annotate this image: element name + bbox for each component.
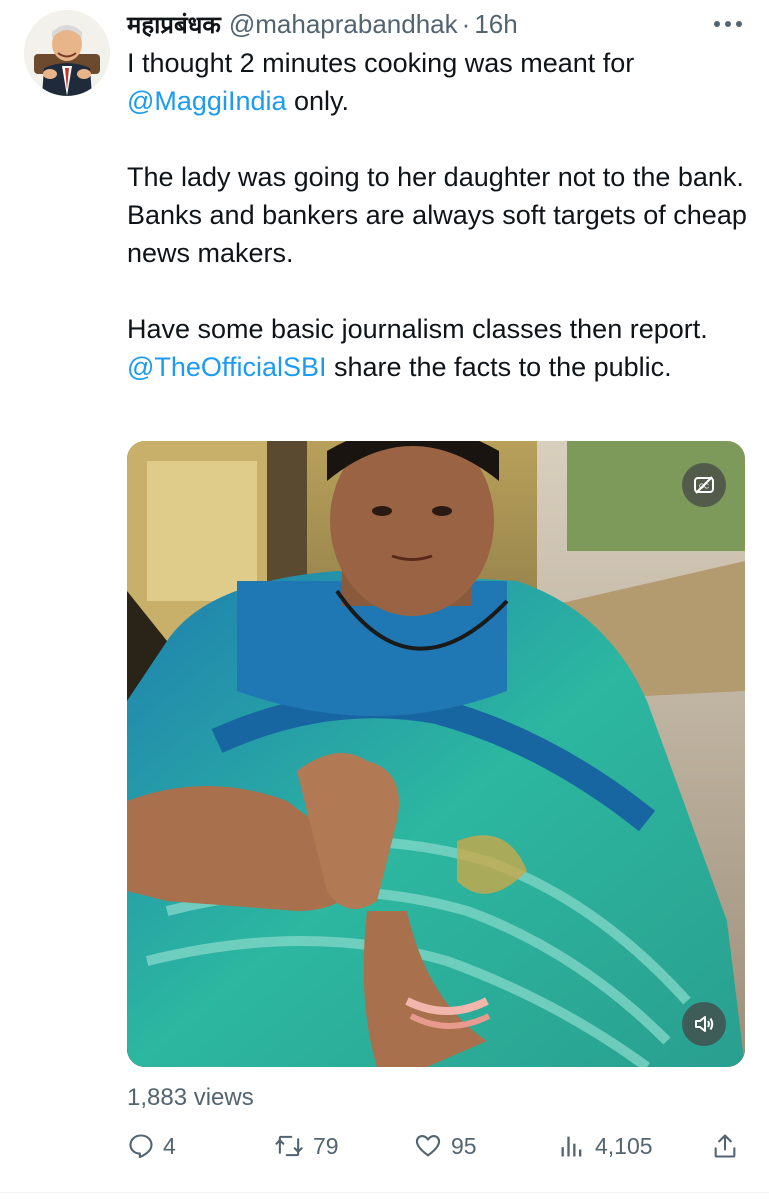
avatar[interactable] bbox=[24, 10, 110, 96]
text-segment: share the facts to the public. bbox=[326, 352, 672, 382]
heart-icon bbox=[415, 1135, 441, 1157]
text-segment: Have some basic journalism classes then … bbox=[127, 314, 708, 344]
separator-dot: · bbox=[461, 8, 471, 39]
retweet-count: 79 bbox=[313, 1132, 339, 1159]
more-icon bbox=[714, 21, 742, 27]
tweet-paragraph-3: Have some basic journalism classes then … bbox=[127, 310, 747, 386]
video-thumbnail bbox=[127, 441, 745, 1067]
tweet-text: I thought 2 minutes cooking was meant fo… bbox=[127, 44, 747, 386]
text-segment: I thought 2 minutes cooking was meant fo… bbox=[127, 48, 635, 78]
captions-off-icon: CC bbox=[694, 476, 714, 494]
mention-theofficialsbi[interactable]: @TheOfficialSBI bbox=[127, 352, 326, 382]
like-button[interactable]: 95 bbox=[413, 1122, 477, 1170]
reply-button[interactable]: 4 bbox=[127, 1122, 176, 1170]
video-player[interactable]: CC bbox=[127, 441, 745, 1067]
analytics-button[interactable]: 4,105 bbox=[557, 1122, 653, 1170]
tweet-paragraph-2: The lady was going to her daughter not t… bbox=[127, 162, 747, 268]
like-count: 95 bbox=[451, 1132, 477, 1159]
divider bbox=[0, 1192, 769, 1193]
text-segment: only. bbox=[286, 86, 350, 116]
action-bar: 4 79 95 4,105 bbox=[127, 1122, 747, 1170]
volume-button[interactable] bbox=[682, 1002, 726, 1046]
share-button[interactable] bbox=[711, 1122, 739, 1170]
analytics-count: 4,105 bbox=[595, 1132, 653, 1159]
captions-button[interactable]: CC bbox=[682, 463, 726, 507]
display-name[interactable]: महाप्रबंधक bbox=[127, 8, 221, 41]
more-button[interactable] bbox=[712, 14, 744, 34]
timestamp[interactable]: 16h bbox=[474, 9, 517, 40]
view-count[interactable]: 1,883 views bbox=[127, 1084, 254, 1112]
reply-icon bbox=[129, 1134, 153, 1159]
mention-maggiindia[interactable]: @MaggiIndia bbox=[127, 86, 287, 116]
retweet-button[interactable]: 79 bbox=[273, 1122, 339, 1170]
tweet-header: महाप्रबंधक @mahaprabandhak · 16h bbox=[127, 8, 518, 40]
user-handle[interactable]: @mahaprabandhak bbox=[229, 9, 458, 40]
retweet-icon bbox=[275, 1135, 303, 1157]
share-icon bbox=[714, 1134, 736, 1158]
reply-count: 4 bbox=[163, 1132, 176, 1159]
tweet-paragraph-1: I thought 2 minutes cooking was meant fo… bbox=[127, 44, 747, 120]
volume-icon bbox=[695, 1016, 714, 1032]
analytics-icon bbox=[561, 1136, 582, 1157]
